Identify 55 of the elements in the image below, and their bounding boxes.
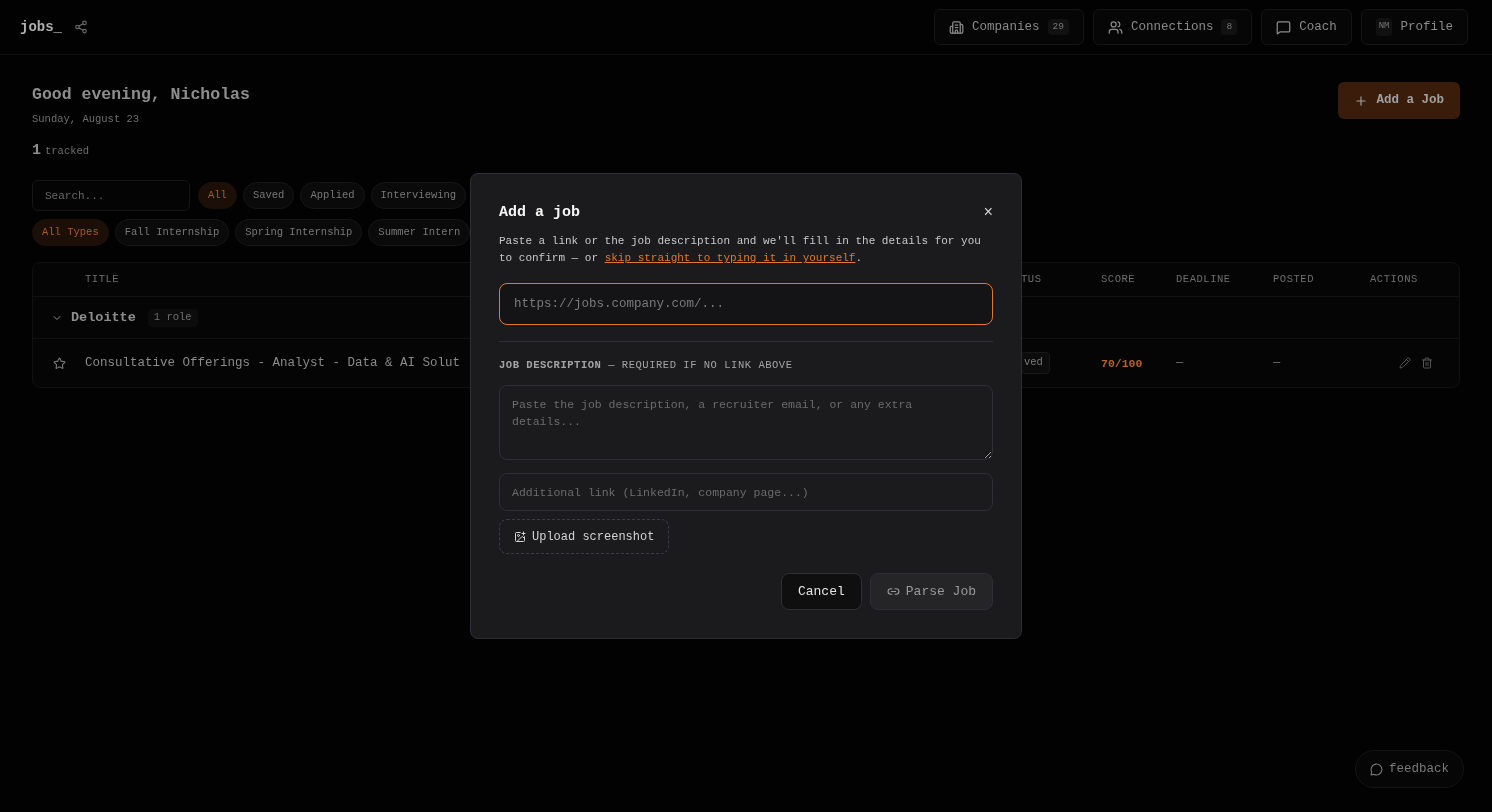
plus-icon: [1354, 93, 1369, 108]
tracked-label: tracked: [45, 143, 90, 159]
nav-button[interactable]: Companies 29: [934, 9, 1084, 45]
dialog-title: Add a job: [499, 202, 580, 223]
dialog-description: Paste a link or the job description and we'll fill in the details for you to confirm — or skip straight to typing it in yourself.: [499, 234, 982, 267]
filter-chip[interactable]: Saved: [242, 182, 295, 210]
nav-button[interactable]: Coach: [1261, 9, 1352, 45]
nav-button[interactable]: NM Profile: [1360, 9, 1468, 45]
date-text: Sunday, August 23: [32, 112, 141, 127]
count-badge: 29: [1047, 18, 1069, 36]
upload-screenshot-button[interactable]: Upload screenshot: [499, 519, 670, 555]
column-header: POSTED: [1273, 271, 1315, 287]
image-icon: [514, 530, 526, 543]
close-button[interactable]: ×: [983, 205, 993, 222]
tracked-count: 1: [32, 140, 41, 161]
manual-entry-link[interactable]: skip straight to typing it in yourself: [604, 252, 856, 265]
filter-chip[interactable]: All Types: [32, 219, 109, 247]
score-text: 70/100: [1101, 355, 1144, 372]
filter-chip[interactable]: Applied: [300, 182, 365, 210]
chat-icon: [1276, 19, 1292, 35]
filter-chip[interactable]: Interviewing: [370, 182, 467, 210]
description-field[interactable]: Paste the job description, a recruiter email, or any extra details...: [499, 385, 993, 461]
filter-chip[interactable]: Spring Internship: [235, 219, 363, 247]
star-icon[interactable]: [52, 356, 66, 370]
trash-icon[interactable]: [1421, 357, 1433, 370]
app-logo[interactable]: jobs_: [20, 16, 62, 38]
cancel-button[interactable]: Cancel: [780, 573, 862, 611]
filter-chip[interactable]: Summer Intern: [368, 219, 471, 247]
avatar-initials: NM: [1375, 18, 1393, 36]
column-header: DEADLINE: [1176, 271, 1232, 287]
filter-chip[interactable]: Fall Internship: [114, 219, 230, 247]
column-header: TITLE: [85, 271, 121, 287]
posted-text: —: [1273, 355, 1282, 373]
share-icon[interactable]: [74, 20, 88, 34]
building-icon: [949, 19, 964, 35]
company-name: Deloitte: [71, 308, 136, 327]
role-count: 1 role: [147, 308, 198, 327]
users-icon: [1107, 19, 1123, 35]
add-job-button[interactable]: Add a Job: [1338, 82, 1460, 119]
column-header: ACTIONS: [1370, 271, 1419, 287]
chat-bubble-icon: [1370, 762, 1383, 776]
feedback-button[interactable]: feedback: [1355, 750, 1464, 788]
nav-button[interactable]: Connections 8: [1092, 9, 1253, 45]
greeting-title: Good evening, Nicholas: [32, 84, 250, 106]
column-header: TUS: [1021, 271, 1042, 287]
url-field[interactable]: https://jobs.company.com/...: [499, 283, 993, 326]
search-field[interactable]: Search...: [32, 180, 190, 212]
count-badge: 8: [1221, 18, 1238, 36]
column-header: SCORE: [1101, 271, 1137, 287]
filter-chip[interactable]: All: [198, 182, 237, 210]
section-label: JOB DESCRIPTION — REQUIRED IF NO LINK ABOVE: [499, 358, 794, 374]
edit-icon[interactable]: [1399, 357, 1411, 370]
deadline-text: —: [1176, 355, 1185, 373]
additional-link-field[interactable]: Additional link (LinkedIn, company page...): [499, 473, 993, 512]
status-badge: ved: [1021, 352, 1050, 375]
